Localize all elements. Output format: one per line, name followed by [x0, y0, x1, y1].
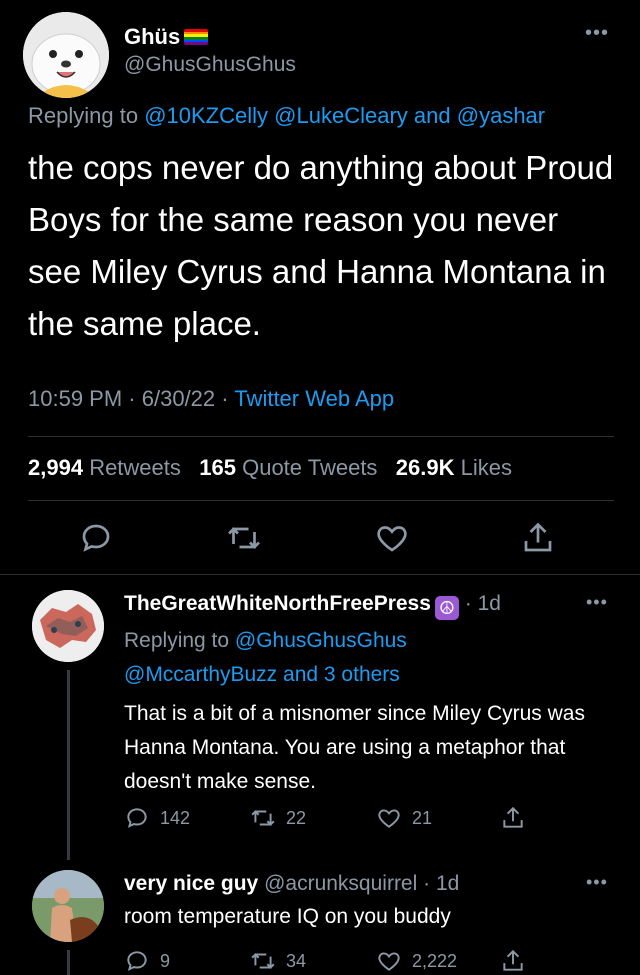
retweet-icon	[251, 953, 275, 969]
replying-label: Replying to	[124, 629, 230, 652]
share-icon	[503, 949, 523, 971]
dot-separator: ·	[464, 592, 478, 615]
more-horizontal-icon[interactable]: •••	[586, 872, 608, 893]
reply-count: 9	[160, 950, 171, 971]
retweet-button[interactable]: 22	[250, 803, 306, 833]
divider	[28, 500, 614, 501]
tweet-text: the cops never do anything about Proud B…	[28, 149, 614, 342]
author-name[interactable]: Ghüs	[124, 24, 209, 50]
reply-header: very nice guy @acrunksquirrel · 1d	[124, 872, 459, 896]
replying-to: Replying to @GhusGhusGhus @MccarthyBuzz …	[124, 624, 614, 692]
reply-button[interactable]: 9	[124, 946, 170, 975]
replying-and: and	[413, 103, 451, 128]
retweet-icon	[251, 810, 275, 826]
reply-header: TheGreatWhiteNorthFreePress ☮ · 1d	[124, 592, 501, 620]
seal-avatar-icon	[23, 12, 109, 98]
mention-link[interactable]: @yashar	[457, 103, 545, 128]
retweet-count: 22	[286, 807, 307, 828]
reply-actions: 142 22 21	[124, 803, 624, 833]
reply-count: 142	[160, 807, 191, 828]
author-name-text[interactable]: Ghüs	[124, 24, 180, 49]
author-handle[interactable]: @GhusGhusGhus	[124, 53, 296, 77]
more-horizontal-icon[interactable]: •••	[585, 22, 609, 45]
reply-age[interactable]: 1d	[436, 872, 459, 895]
thread-line	[67, 670, 70, 860]
retweet-count: 34	[286, 950, 307, 971]
share-icon[interactable]	[520, 520, 556, 556]
tweet-date[interactable]: 6/30/22	[142, 386, 215, 411]
dot-separator: ·	[417, 872, 436, 895]
person-avatar-icon	[32, 870, 104, 942]
replying-and: and	[283, 663, 319, 686]
reply-age[interactable]: 1d	[478, 592, 501, 615]
replying-label: Replying to	[28, 103, 139, 128]
author-name[interactable]: very nice guy	[124, 872, 258, 895]
likes-stat[interactable]: 26.9K Likes	[396, 455, 512, 480]
mention-link[interactable]: @MccarthyBuzz	[124, 663, 277, 686]
reply-text: That is a bit of a misnomer since Miley …	[124, 702, 585, 793]
more-horizontal-icon[interactable]: •••	[586, 592, 608, 613]
retweets-stat[interactable]: 2,994 Retweets	[28, 455, 181, 480]
quotes-count: 165	[199, 455, 236, 480]
reply-icon[interactable]	[78, 520, 114, 556]
tweet-time[interactable]: 10:59 PM	[28, 386, 122, 411]
retweets-label: Retweets	[89, 455, 181, 480]
reply-button[interactable]: 142	[124, 803, 190, 833]
quotes-label: Quote Tweets	[242, 455, 378, 480]
reply-icon	[127, 808, 147, 828]
replying-to: Replying to @10KZCelly @LukeCleary and @…	[28, 103, 545, 129]
tweet-meta: 10:59 PM · 6/30/22 · Twitter Web App	[28, 386, 394, 412]
tweet-actions	[0, 520, 640, 560]
reply-icon	[127, 951, 147, 971]
others-link[interactable]: 3 others	[324, 663, 400, 686]
retweet-icon[interactable]	[226, 520, 262, 556]
quotes-stat[interactable]: 165 Quote Tweets	[199, 455, 377, 480]
avatar[interactable]	[32, 590, 104, 662]
map-avatar-icon	[32, 590, 104, 662]
peace-sign-icon: ☮	[434, 596, 459, 620]
rainbow-flag-icon	[184, 29, 209, 45]
mention-link[interactable]: @LukeCleary	[274, 103, 408, 128]
avatar[interactable]	[32, 870, 104, 942]
share-button[interactable]	[500, 803, 526, 833]
reply-text: room temperature IQ on you buddy	[124, 905, 451, 928]
tweet-stats: 2,994 Retweets 165 Quote Tweets 26.9K Li…	[28, 455, 512, 481]
dot-separator: ·	[221, 386, 235, 411]
heart-icon[interactable]	[374, 520, 410, 556]
divider	[0, 574, 640, 575]
like-button[interactable]: 21	[376, 803, 432, 833]
likes-count: 26.9K	[395, 455, 455, 480]
tweet-source[interactable]: Twitter Web App	[234, 386, 394, 411]
likes-label: Likes	[460, 455, 512, 480]
heart-icon	[378, 809, 400, 828]
like-count: 2,222	[412, 950, 458, 971]
dot-separator: ·	[128, 386, 142, 411]
like-count: 21	[412, 807, 433, 828]
retweets-count: 2,994	[28, 455, 84, 480]
author-name[interactable]: TheGreatWhiteNorthFreePress	[124, 592, 431, 615]
thread-line	[67, 950, 70, 975]
share-button[interactable]	[500, 946, 526, 975]
divider	[28, 436, 614, 437]
share-icon	[503, 806, 523, 828]
reply-actions: 9 34 2,222	[124, 946, 624, 975]
like-button[interactable]: 2,222	[376, 946, 457, 975]
mention-link[interactable]: @GhusGhusGhus	[235, 629, 407, 652]
avatar[interactable]	[23, 12, 109, 98]
heart-icon	[378, 952, 400, 971]
retweet-button[interactable]: 34	[250, 946, 306, 975]
author-handle[interactable]: @acrunksquirrel	[264, 872, 417, 895]
mention-link[interactable]: @10KZCelly	[144, 103, 268, 128]
